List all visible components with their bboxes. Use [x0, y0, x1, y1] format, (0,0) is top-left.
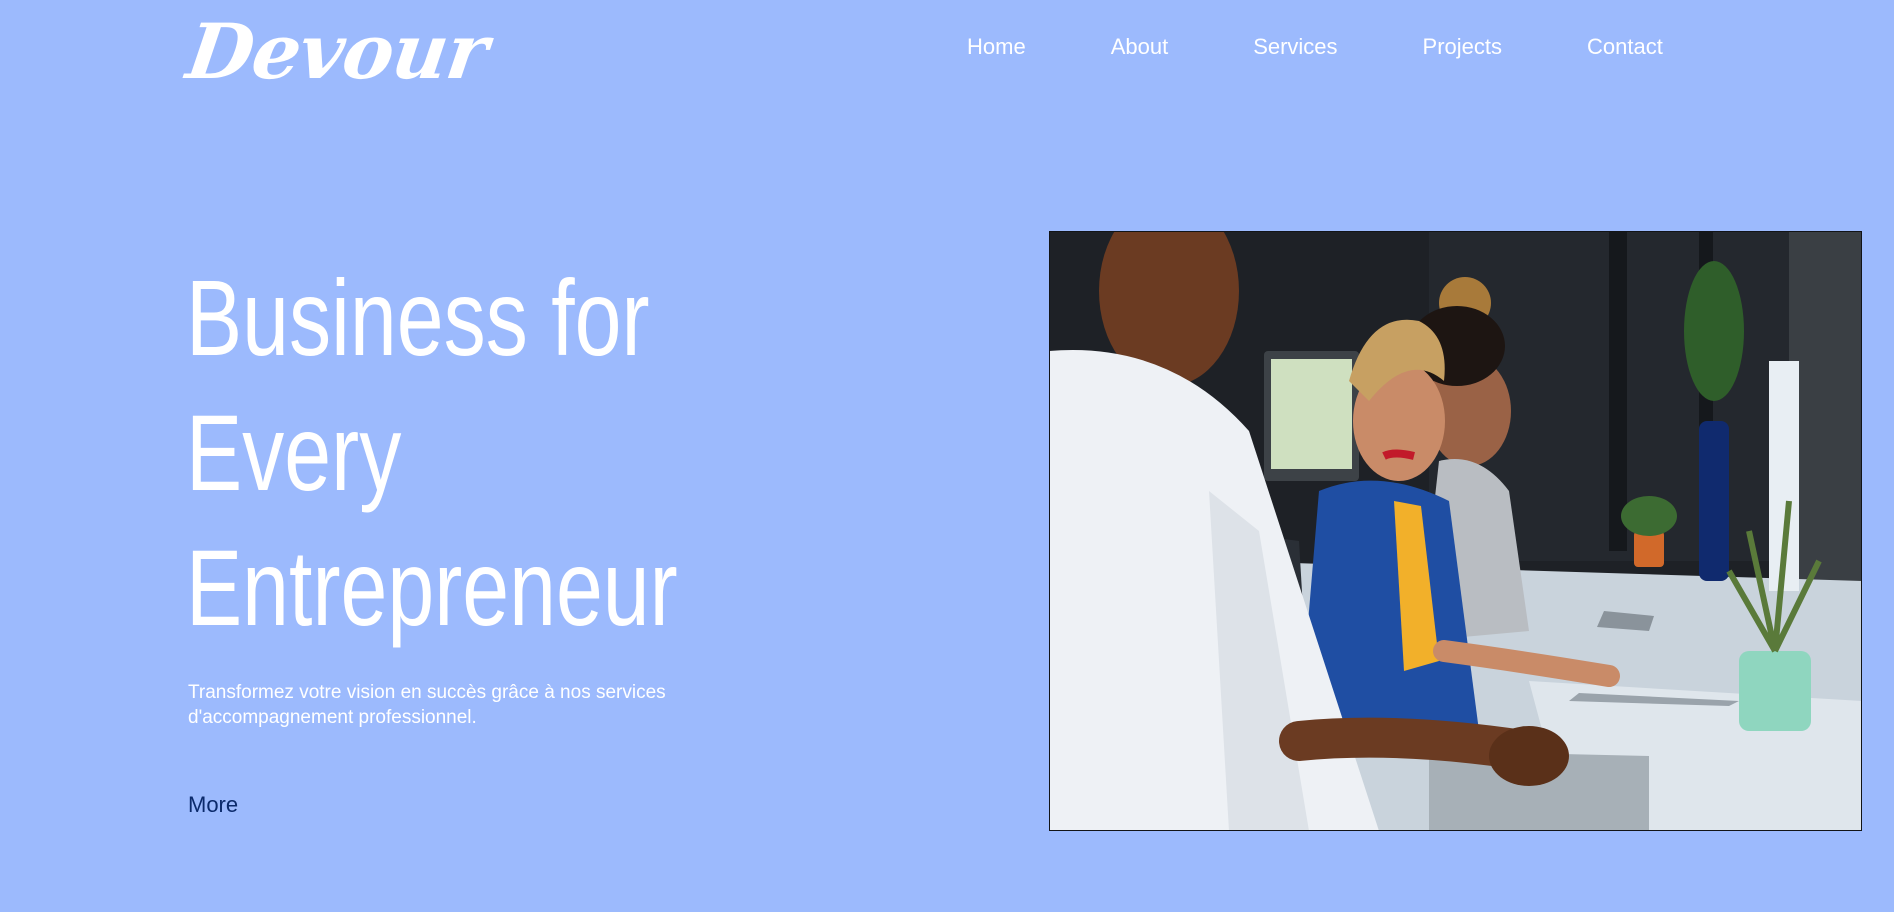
office-team-photo [1049, 231, 1862, 831]
nav-link-services[interactable]: Services [1253, 34, 1337, 60]
hero-title-line-1: Business for [186, 257, 650, 378]
nav-link-home[interactable]: Home [967, 34, 1026, 60]
hero-subtitle: Transformez votre vision en succès grâce… [188, 682, 666, 728]
nav-link-about[interactable]: About [1111, 34, 1169, 60]
landing-page: Devour Home About Services Projects Cont… [0, 0, 1894, 912]
hero-title: Business for Every Entrepreneur [186, 250, 678, 655]
main-nav: Home About Services Projects Contact [967, 34, 1663, 60]
more-link[interactable]: More [188, 792, 238, 818]
hero-title-line-3: Entrepreneur [186, 527, 678, 648]
hero-image [1049, 231, 1862, 831]
nav-link-projects[interactable]: Projects [1423, 34, 1502, 60]
hero-title-line-2: Every [186, 392, 402, 513]
site-logo[interactable]: Devour [182, 6, 493, 97]
nav-link-contact[interactable]: Contact [1587, 34, 1663, 60]
